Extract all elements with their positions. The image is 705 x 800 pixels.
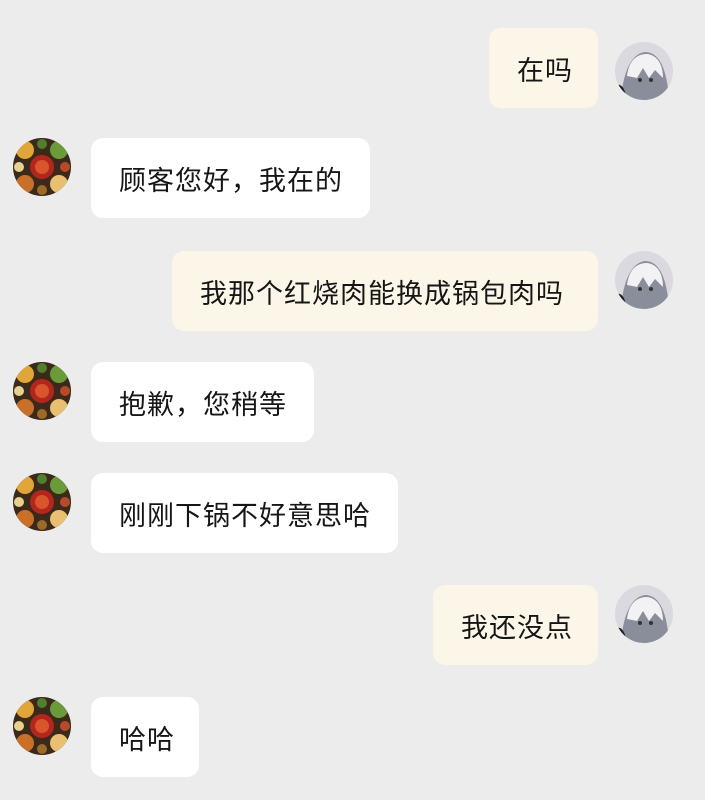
chat-bubble-outgoing[interactable]: 我还没点 xyxy=(433,585,598,665)
shop-avatar-icon[interactable] xyxy=(13,138,71,196)
shop-avatar-icon[interactable] xyxy=(13,473,71,531)
message-outgoing: 在吗 xyxy=(0,28,705,108)
message-text: 哈哈 xyxy=(119,724,175,756)
user-avatar-icon[interactable] xyxy=(615,585,673,643)
chat-bubble-incoming[interactable]: 顾客您好，我在的 xyxy=(91,138,370,218)
message-text: 顾客您好，我在的 xyxy=(119,165,343,197)
message-text: 抱歉，您稍等 xyxy=(119,389,287,421)
message-incoming: 顾客您好，我在的 xyxy=(0,138,705,218)
message-text: 我还没点 xyxy=(461,612,573,644)
chat-bubble-incoming[interactable]: 哈哈 xyxy=(91,697,199,777)
message-incoming: 哈哈 xyxy=(0,697,705,777)
user-avatar-icon[interactable] xyxy=(615,42,673,100)
shop-avatar-icon[interactable] xyxy=(13,362,71,420)
message-incoming: 抱歉，您稍等 xyxy=(0,362,705,442)
chat-window: 在吗 顾客您好，我在的 我那个红烧肉能换成锅包肉吗 抱歉，您稍等 刚刚下锅不好意… xyxy=(0,0,705,800)
message-text: 我那个红烧肉能换成锅包肉吗 xyxy=(200,278,564,310)
user-avatar-icon[interactable] xyxy=(615,251,673,309)
message-incoming: 刚刚下锅不好意思哈 xyxy=(0,473,705,553)
message-outgoing: 我还没点 xyxy=(0,585,705,665)
chat-bubble-outgoing[interactable]: 在吗 xyxy=(489,28,598,108)
shop-avatar-icon[interactable] xyxy=(13,697,71,755)
chat-bubble-incoming[interactable]: 抱歉，您稍等 xyxy=(91,362,314,442)
chat-bubble-outgoing[interactable]: 我那个红烧肉能换成锅包肉吗 xyxy=(172,251,598,331)
message-outgoing: 我那个红烧肉能换成锅包肉吗 xyxy=(0,251,705,331)
message-text: 刚刚下锅不好意思哈 xyxy=(119,500,371,532)
message-text: 在吗 xyxy=(517,55,573,87)
chat-bubble-incoming[interactable]: 刚刚下锅不好意思哈 xyxy=(91,473,398,553)
